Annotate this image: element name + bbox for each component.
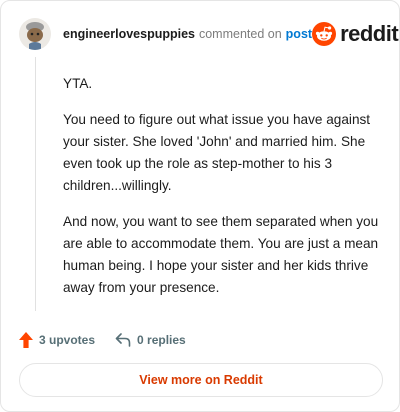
- user-avatar[interactable]: [19, 18, 51, 50]
- upvote-button[interactable]: 3 upvotes: [19, 332, 95, 348]
- comment-paragraph: You need to figure out what issue you ha…: [63, 112, 371, 193]
- comment-paragraph: And now, you want to see them separated …: [63, 214, 379, 295]
- thread-line: [35, 57, 36, 311]
- snoo-avatar-icon: [19, 18, 51, 50]
- reddit-wordmark: reddit: [340, 21, 399, 46]
- post-link[interactable]: post: [286, 27, 312, 41]
- replies-button[interactable]: 0 replies: [115, 333, 186, 347]
- byline: engineerlovespuppies commented on post: [63, 27, 312, 41]
- view-more-button[interactable]: View more on Reddit: [19, 363, 383, 397]
- username-link[interactable]: engineerlovespuppies: [63, 27, 195, 41]
- upvote-count: 3 upvotes: [39, 333, 96, 347]
- view-more-label: View more on Reddit: [139, 373, 263, 387]
- action-text: commented on: [198, 27, 282, 41]
- comment-paragraph: YTA.: [63, 76, 93, 91]
- upvote-arrow-icon: [19, 332, 33, 348]
- comment-header: engineerlovespuppies commented on post r…: [19, 17, 399, 51]
- comment-embed-card: engineerlovespuppies commented on post r…: [0, 0, 400, 412]
- comment-body: YTA. You need to figure out what issue y…: [63, 73, 383, 313]
- comment-footer: 3 upvotes 0 replies: [19, 329, 186, 351]
- reply-count: 0 replies: [137, 333, 186, 347]
- reply-icon: [115, 333, 131, 347]
- reddit-logo-icon: [312, 22, 337, 46]
- reddit-brand[interactable]: reddit: [312, 21, 399, 47]
